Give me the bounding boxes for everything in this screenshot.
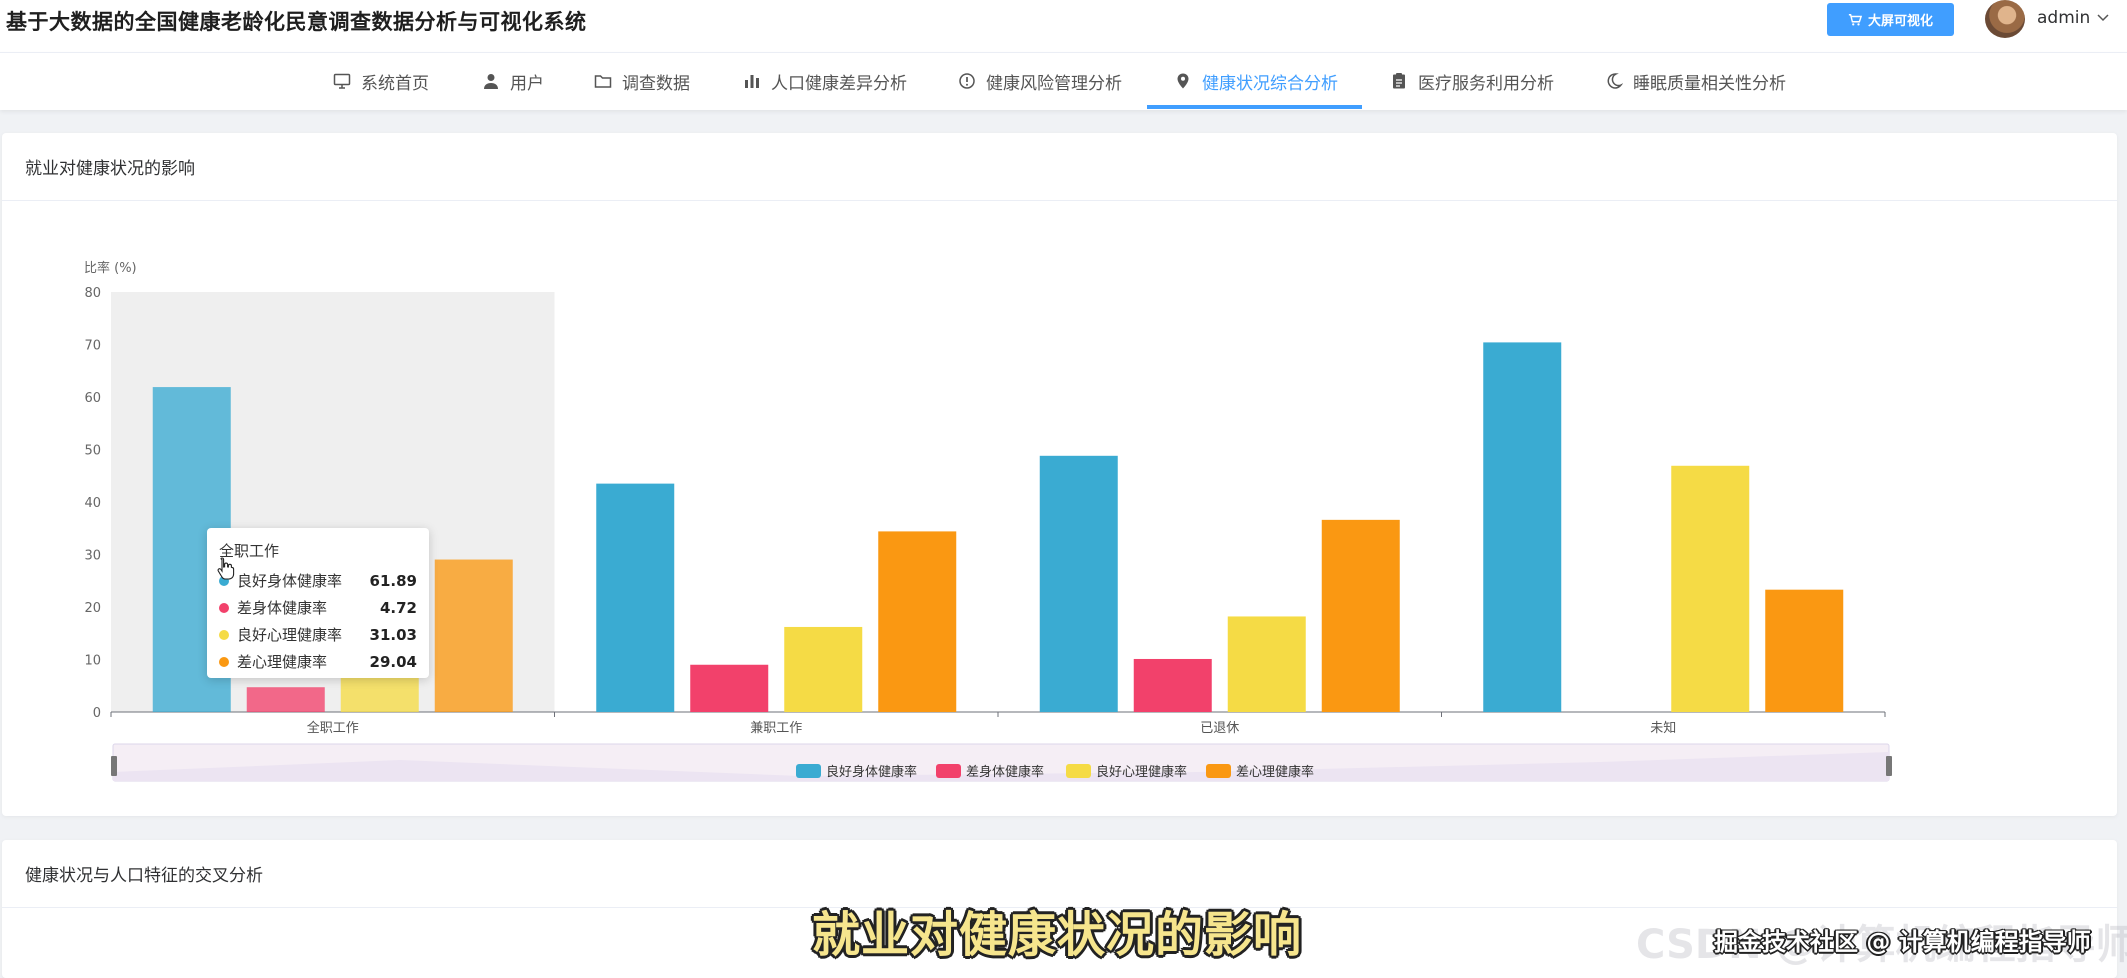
y-tick-label: 40 [84, 496, 101, 511]
bar [784, 626, 863, 712]
y-tick-label: 50 [84, 444, 101, 459]
y-tick-label: 20 [84, 601, 101, 616]
bar [1133, 658, 1212, 712]
legend-item: 良好身体健康率 [826, 764, 917, 780]
bar [878, 531, 957, 712]
y-tick-label: 10 [84, 654, 101, 669]
legend-swatch [1206, 764, 1231, 778]
video-subtitle: 就业对健康状况的影响 [812, 907, 1303, 963]
legend-item: 差身体健康率 [966, 764, 1044, 780]
legend-dot [219, 656, 229, 667]
legend-item: 差心理健康率 [1236, 764, 1314, 780]
bar [1483, 342, 1562, 712]
x-tick-label: 全职工作 [307, 720, 359, 736]
tooltip-row: 差身体健康率 4.72 [219, 594, 417, 621]
tooltip-title: 全职工作 [219, 542, 280, 560]
datazoom-handle-right [1886, 756, 1892, 776]
bar [690, 664, 769, 712]
bar [1039, 455, 1118, 712]
y-tick-label: 0 [93, 706, 101, 721]
bar [246, 687, 325, 712]
legend-swatch [936, 764, 961, 778]
x-tick-label: 兼职工作 [750, 721, 802, 736]
bar [1321, 519, 1400, 712]
legend-item: 良好心理健康率 [1096, 764, 1187, 780]
bar [1671, 465, 1750, 712]
y-tick-label: 30 [84, 549, 101, 564]
y-tick-label: 80 [84, 286, 101, 301]
tooltip-row: 良好身体健康率 61.89 [219, 567, 417, 594]
watermark-label: 掘金技术社区 @ 计算机编程指导师 [1714, 928, 2091, 956]
tooltip-row: 良好心理健康率 31.03 [219, 621, 417, 648]
datazoom-handle-left [111, 756, 117, 776]
bar [1765, 589, 1844, 712]
hand-cursor-icon [217, 557, 235, 580]
legend-dot [219, 602, 229, 613]
bar [1227, 616, 1306, 712]
bar [434, 559, 513, 712]
legend-swatch [796, 764, 821, 778]
bar [596, 483, 675, 712]
y-axis-label: 比率 (%) [84, 260, 137, 276]
legend-swatch [1066, 764, 1091, 778]
x-tick-label: 未知 [1650, 720, 1676, 736]
chart-tooltip: 全职工作 良好身体健康率 61.89 差身体健康率 4.72 良好心理健康率 3… [207, 528, 429, 678]
tooltip-row: 差心理健康率 29.04 [219, 648, 417, 675]
y-tick-label: 70 [84, 339, 101, 354]
employment-health-chart: 比率 (%)01020304050607080全职工作 兼职工作 已退休 未知良好身体… [84, 260, 1892, 782]
legend-dot [219, 629, 229, 640]
y-tick-label: 60 [84, 391, 101, 406]
x-tick-label: 已退休 [1200, 721, 1239, 736]
